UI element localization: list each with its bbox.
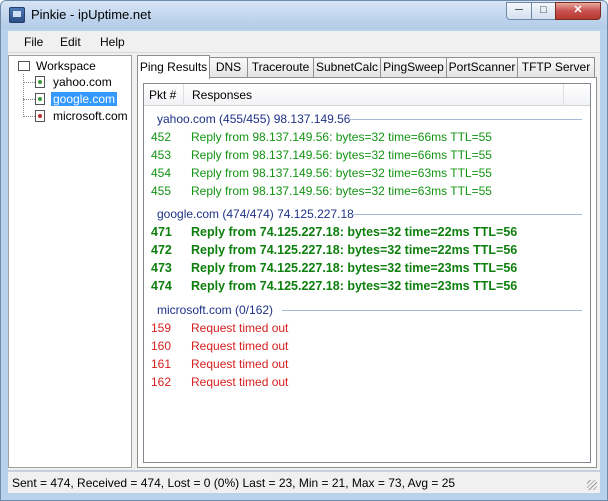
table-row[interactable]: 160 Request timed out <box>144 339 590 357</box>
packet-number: 159 <box>151 321 172 335</box>
table-row[interactable]: 161 Request timed out <box>144 357 590 375</box>
tree-item-microsoft[interactable]: microsoft.com <box>51 109 130 123</box>
table-row[interactable]: 452 Reply from 98.137.149.56: bytes=32 t… <box>144 130 590 148</box>
packet-number: 454 <box>151 166 172 180</box>
column-header-pkt[interactable]: Pkt # <box>144 84 184 106</box>
packet-number: 162 <box>151 375 172 389</box>
group-divider <box>352 214 582 215</box>
minimize-button[interactable]: ─ <box>506 2 532 20</box>
table-row[interactable]: 453 Reply from 98.137.149.56: bytes=32 t… <box>144 148 590 166</box>
packet-number: 472 <box>151 243 172 257</box>
host-ok-icon <box>35 93 45 105</box>
tab-portscanner[interactable]: PortScanner <box>446 57 518 77</box>
workspace-tree[interactable]: Workspace yahoo.com google.com microsoft… <box>8 55 132 468</box>
menu-file[interactable]: File <box>24 35 43 49</box>
list-body: yahoo.com (455/455) 98.137.149.56 452 Re… <box>144 106 590 462</box>
tree-item-google[interactable]: google.com <box>51 92 118 106</box>
close-button[interactable]: ✕ <box>555 2 601 20</box>
packet-number: 160 <box>151 339 172 353</box>
table-row[interactable]: 454 Reply from 98.137.149.56: bytes=32 t… <box>144 166 590 184</box>
tab-ping-results[interactable]: Ping Results <box>137 55 210 79</box>
window-title: Pinkie - ipUptime.net <box>31 7 151 22</box>
response-text: Reply from 98.137.149.56: bytes=32 time=… <box>191 148 492 162</box>
menu-bar: File Edit Help <box>8 31 600 53</box>
tree-item-yahoo[interactable]: yahoo.com <box>51 75 114 89</box>
response-text: Request timed out <box>191 375 289 389</box>
response-text: Request timed out <box>191 321 289 335</box>
response-text: Reply from 98.137.149.56: bytes=32 time=… <box>191 166 492 180</box>
group-divider <box>282 310 582 311</box>
menu-help[interactable]: Help <box>100 35 125 49</box>
menu-edit[interactable]: Edit <box>60 35 81 49</box>
response-text: Reply from 74.125.227.18: bytes=32 time=… <box>191 261 518 275</box>
table-row[interactable]: 455 Reply from 98.137.149.56: bytes=32 t… <box>144 184 590 202</box>
table-row[interactable]: 471 Reply from 74.125.227.18: bytes=32 t… <box>144 225 590 243</box>
table-row[interactable]: 474 Reply from 74.125.227.18: bytes=32 t… <box>144 279 590 297</box>
host-ok-icon <box>35 76 45 88</box>
tab-dns[interactable]: DNS <box>209 57 248 77</box>
tab-subnetcalc[interactable]: SubnetCalc <box>313 57 381 77</box>
packet-number: 471 <box>151 225 172 239</box>
response-text: Reply from 74.125.227.18: bytes=32 time=… <box>191 225 518 239</box>
workspace-folder-icon <box>18 61 30 71</box>
tab-strip: Ping Results DNS Traceroute SubnetCalc P… <box>137 55 597 79</box>
group-header[interactable]: microsoft.com (0/162) <box>157 303 273 317</box>
tree-connector <box>23 116 35 117</box>
response-text: Reply from 74.125.227.18: bytes=32 time=… <box>191 279 518 293</box>
group-divider <box>348 119 582 120</box>
list-header: Pkt # Responses <box>144 84 590 106</box>
column-header-responses[interactable]: Responses <box>184 84 564 106</box>
table-row[interactable]: 162 Request timed out <box>144 375 590 393</box>
packet-number: 453 <box>151 148 172 162</box>
response-text: Reply from 98.137.149.56: bytes=32 time=… <box>191 130 492 144</box>
group-header[interactable]: google.com (474/474) 74.125.227.18 <box>157 207 354 221</box>
resize-grip-icon[interactable] <box>587 480 597 490</box>
host-down-icon <box>35 110 45 122</box>
title-bar[interactable]: Pinkie - ipUptime.net ─ □ ✕ <box>1 1 607 29</box>
main-content: Workspace yahoo.com google.com microsoft… <box>8 53 600 470</box>
tree-connector <box>23 74 24 117</box>
tree-root-workspace[interactable]: Workspace <box>36 59 96 73</box>
table-row[interactable]: 159 Request timed out <box>144 321 590 339</box>
tab-tftp-server[interactable]: TFTP Server <box>517 57 595 77</box>
response-text: Request timed out <box>191 357 289 371</box>
response-text: Request timed out <box>191 339 289 353</box>
status-summary: Sent = 474, Received = 474, Lost = 0 (0%… <box>12 476 456 490</box>
ping-results-panel: Pkt # Responses yahoo.com (455/455) 98.1… <box>137 77 597 468</box>
group-header[interactable]: yahoo.com (455/455) 98.137.149.56 <box>157 112 350 126</box>
packet-number: 474 <box>151 279 172 293</box>
maximize-button[interactable]: □ <box>531 2 556 20</box>
table-row[interactable]: 473 Reply from 74.125.227.18: bytes=32 t… <box>144 261 590 279</box>
app-window: Pinkie - ipUptime.net ─ □ ✕ File Edit He… <box>0 0 608 501</box>
packet-number: 452 <box>151 130 172 144</box>
response-text: Reply from 74.125.227.18: bytes=32 time=… <box>191 243 518 257</box>
app-icon <box>9 7 25 23</box>
status-bar: Sent = 474, Received = 474, Lost = 0 (0%… <box>8 471 600 493</box>
tree-connector <box>23 82 35 83</box>
ping-results-list[interactable]: Pkt # Responses yahoo.com (455/455) 98.1… <box>143 83 591 463</box>
packet-number: 161 <box>151 357 172 371</box>
tree-connector <box>23 99 35 100</box>
response-text: Reply from 98.137.149.56: bytes=32 time=… <box>191 184 492 198</box>
tab-traceroute[interactable]: Traceroute <box>247 57 314 77</box>
tab-pingsweep[interactable]: PingSweep <box>380 57 447 77</box>
packet-number: 473 <box>151 261 172 275</box>
packet-number: 455 <box>151 184 172 198</box>
table-row[interactable]: 472 Reply from 74.125.227.18: bytes=32 t… <box>144 243 590 261</box>
